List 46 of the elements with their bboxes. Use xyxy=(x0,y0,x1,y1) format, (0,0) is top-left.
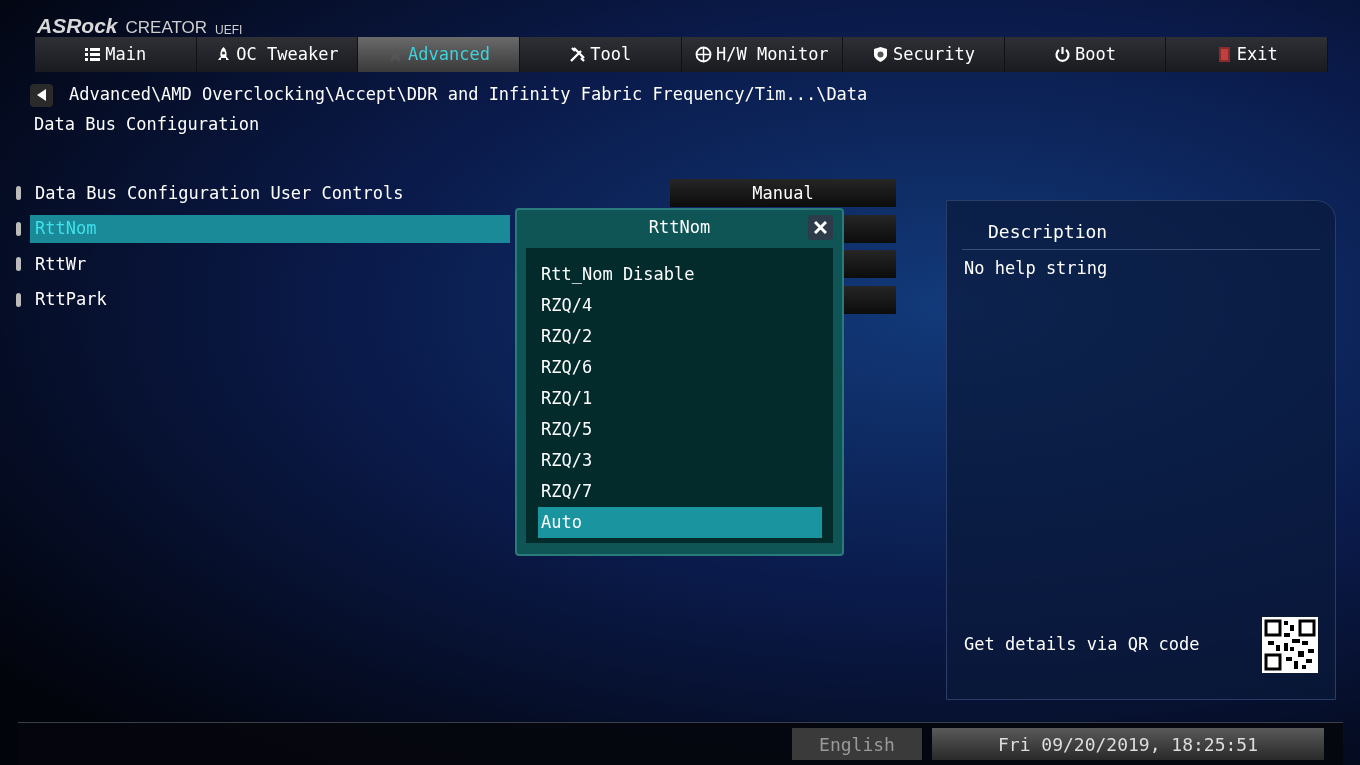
description-title: Description xyxy=(988,220,1108,244)
value-field[interactable]: Manual xyxy=(670,179,896,208)
qr-hint: Get details via QR code xyxy=(964,633,1200,657)
badge-icon xyxy=(872,46,889,63)
option-item[interactable]: RZQ/4 xyxy=(538,290,822,321)
option-item[interactable]: RZQ/5 xyxy=(538,414,822,445)
tools-icon xyxy=(569,46,587,63)
option-item[interactable]: Auto xyxy=(538,507,822,538)
row-marker xyxy=(16,186,21,201)
option-item[interactable]: RZQ/6 xyxy=(538,352,822,383)
menu-tab[interactable]: Security xyxy=(843,37,1005,72)
row-marker xyxy=(16,292,21,307)
power-icon xyxy=(1054,46,1072,63)
option-item[interactable]: Rtt_Nom Disable xyxy=(538,259,822,290)
setting-item[interactable]: RttWr xyxy=(30,250,510,279)
breadcrumb: Advanced\AMD Overclocking\Accept\DDR and Infinity Fabric Frequency/Tim...\Data xyxy=(69,83,868,107)
close-button[interactable] xyxy=(808,215,833,240)
menu-tab[interactable]: OC Tweaker xyxy=(196,37,359,72)
menu-tab[interactable]: Main xyxy=(35,37,197,72)
back-icon xyxy=(36,89,47,101)
menu-tab[interactable]: Boot xyxy=(1004,37,1167,72)
brand-edition: CREATOR xyxy=(125,19,208,36)
date-time: Fri 09/20/2019, 18:25:51 xyxy=(932,728,1324,760)
option-item[interactable]: RZQ/2 xyxy=(538,321,822,352)
setting-item[interactable]: RttPark xyxy=(30,285,510,314)
option-item[interactable]: RZQ/7 xyxy=(538,476,822,507)
description-text: No help string xyxy=(964,257,1108,280)
option-item[interactable]: RZQ/3 xyxy=(538,445,822,476)
setting-item[interactable]: Data Bus Configuration User Controls xyxy=(30,179,510,208)
crosshair-icon xyxy=(695,46,712,63)
row-marker xyxy=(16,221,21,236)
menu-tab[interactable]: Tool xyxy=(519,37,682,72)
language-button[interactable]: English xyxy=(792,728,922,760)
page-title: Data Bus Configuration xyxy=(34,113,260,136)
menu-tab[interactable]: Exit xyxy=(1166,37,1328,72)
close-icon xyxy=(814,221,827,234)
row-marker xyxy=(16,257,21,272)
popup-title: RttNom xyxy=(648,216,711,240)
menu-tab[interactable]: H/W Monitor xyxy=(681,37,844,72)
uefi-label: UEFI xyxy=(215,24,243,36)
back-button[interactable] xyxy=(30,83,53,107)
menu-tab[interactable]: Advanced xyxy=(358,37,520,72)
brand-logo: ASRock xyxy=(37,15,118,36)
option-item[interactable]: RZQ/1 xyxy=(538,383,822,414)
list-icon xyxy=(84,46,102,63)
qr-code-icon xyxy=(1262,617,1318,673)
